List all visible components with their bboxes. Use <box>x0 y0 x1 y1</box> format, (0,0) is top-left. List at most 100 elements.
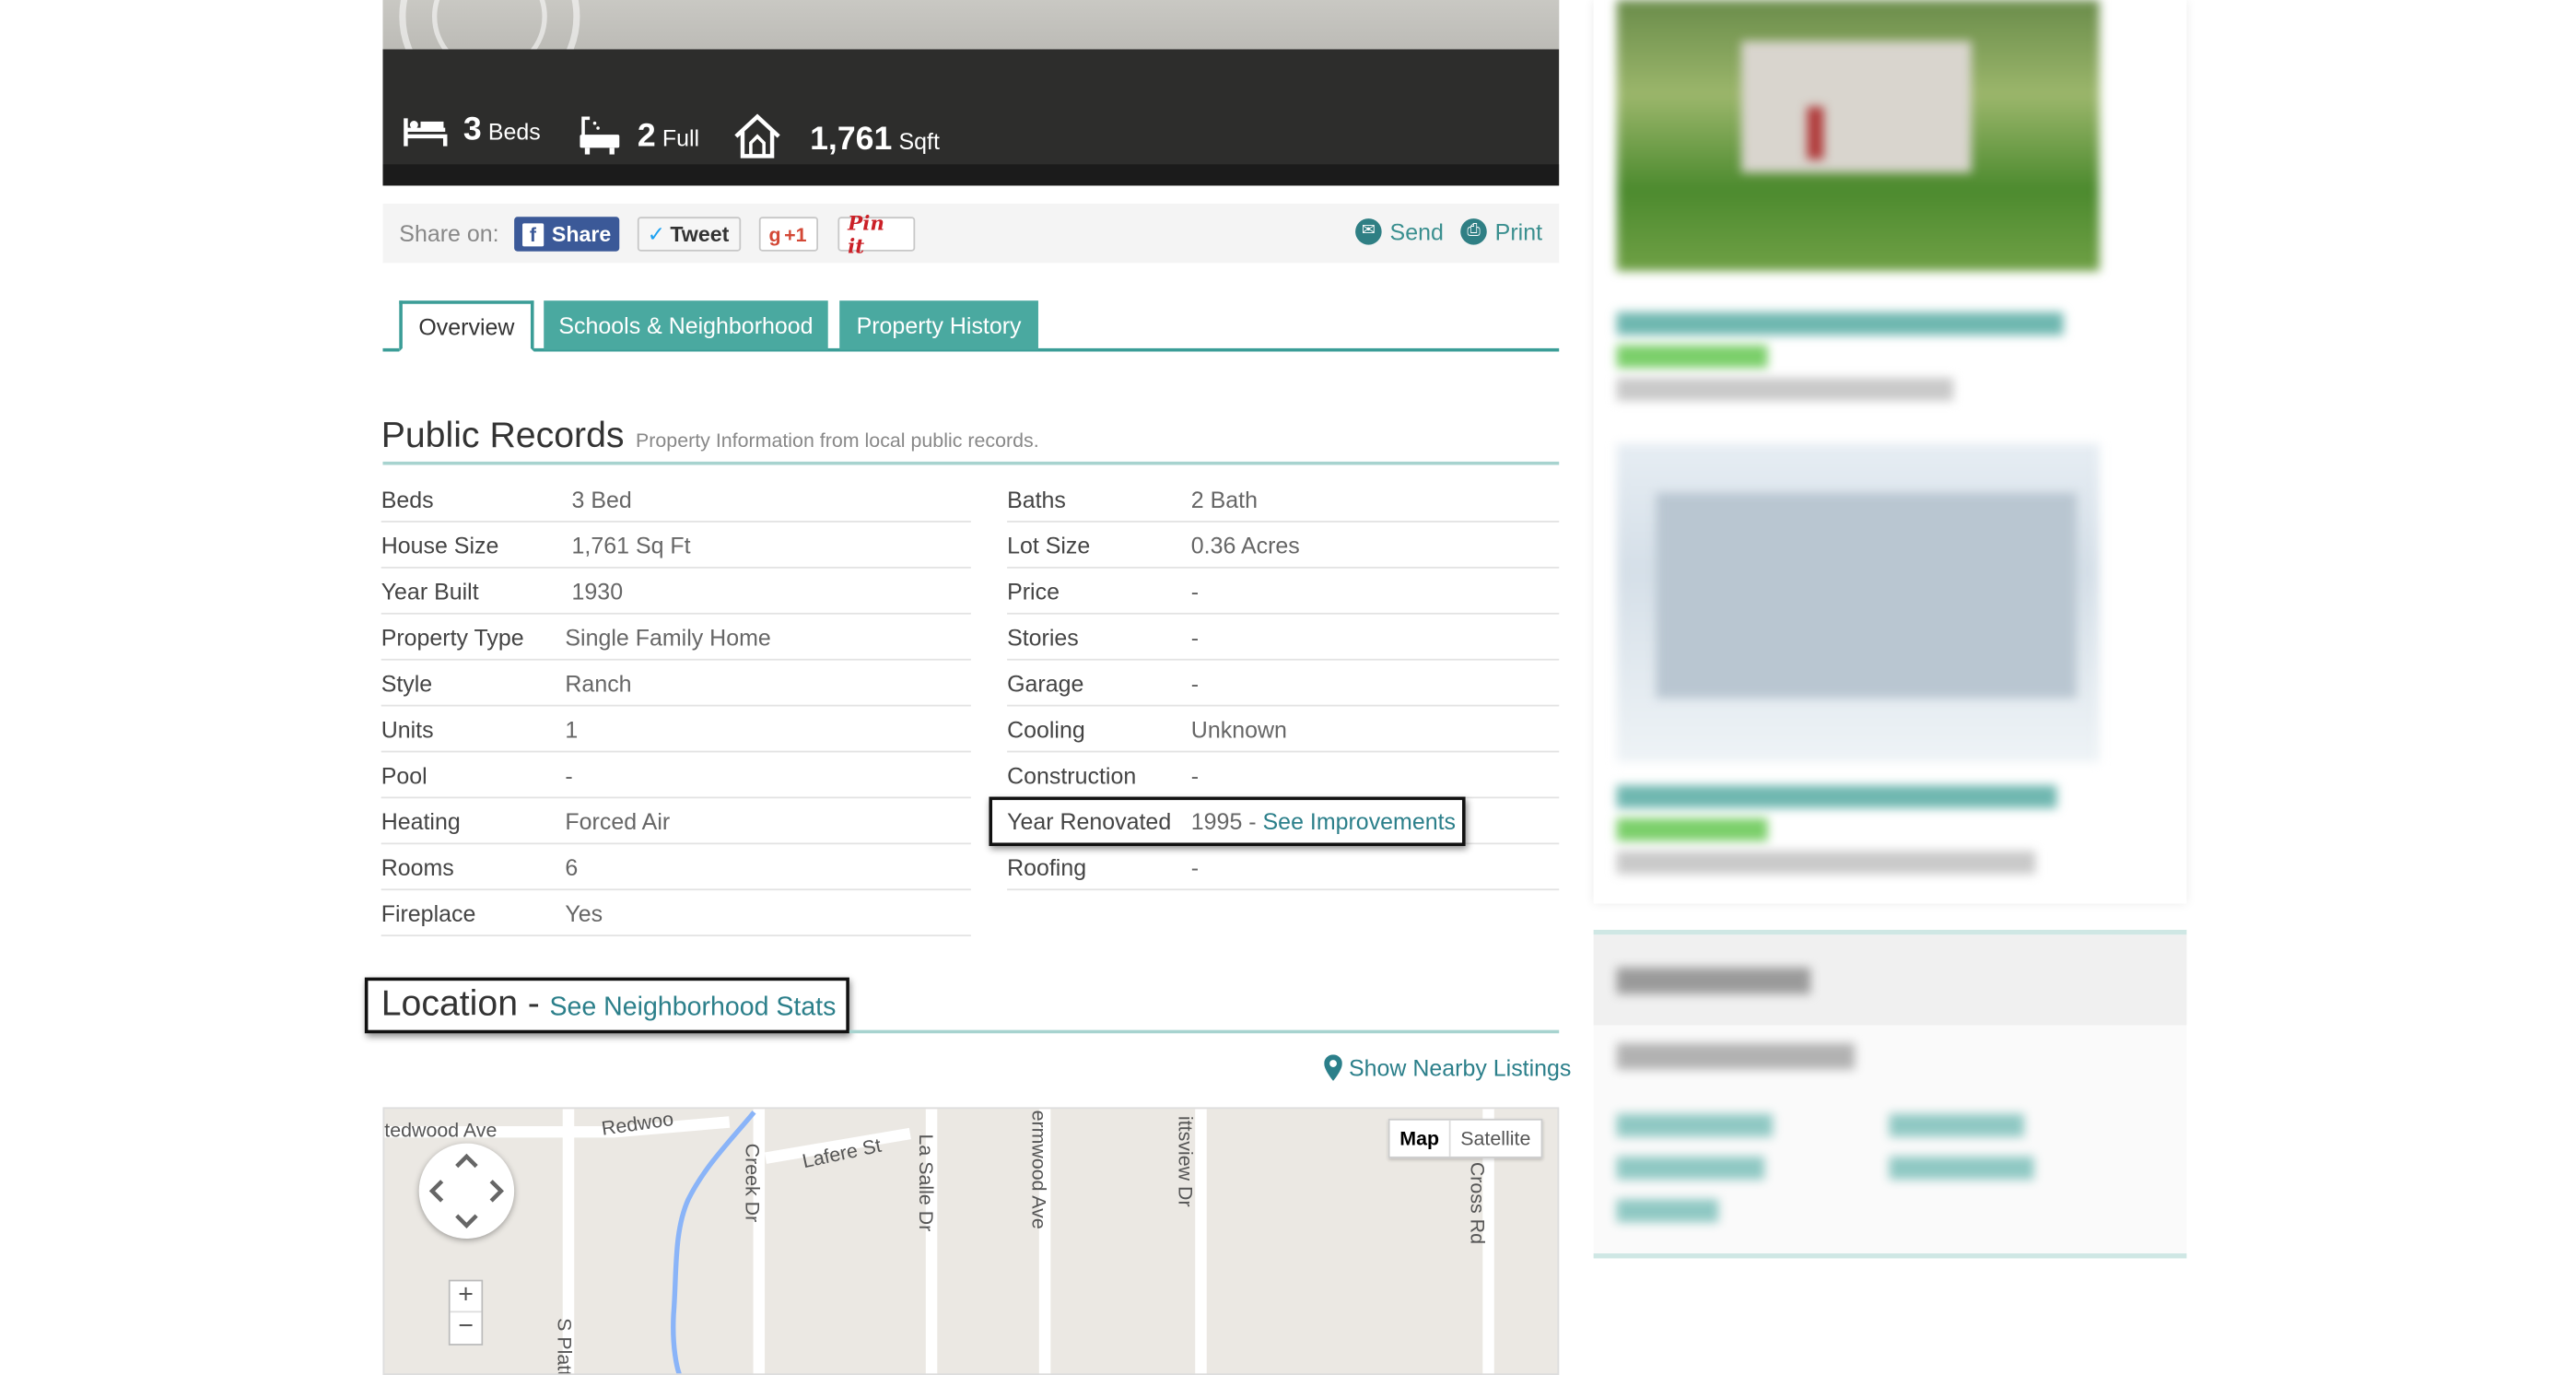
tab-property-history[interactable]: Property History <box>839 300 1038 350</box>
street-label: tedwood Ave <box>384 1118 498 1142</box>
blurred-address-link[interactable] <box>1616 311 2064 335</box>
share-label: Share on: <box>399 219 499 247</box>
tweet-label: Tweet <box>670 221 730 247</box>
record-row: Stories - <box>1007 615 1560 661</box>
bathtub-icon <box>580 116 620 155</box>
print-label: Print <box>1494 218 1543 245</box>
google-plus-button[interactable]: g +1 <box>758 217 819 252</box>
record-value: 0.36 Acres <box>1190 531 1300 558</box>
sqft-stat: 1,761 Sqft <box>732 103 940 159</box>
record-label: Fireplace <box>381 899 476 926</box>
public-records-title: Public Records <box>381 414 625 455</box>
send-icon: ✉ <box>1355 218 1382 245</box>
send-label: Send <box>1389 218 1444 245</box>
print-icon: ⎙ <box>1460 218 1487 245</box>
bed-icon <box>404 118 448 147</box>
facebook-icon: f <box>522 222 544 246</box>
share-bar: Share on: f Share ✓ Tweet g +1 Pin it ✉ … <box>382 204 1560 264</box>
record-label: Lot Size <box>1007 531 1091 558</box>
record-row: Heating Forced Air <box>381 798 971 845</box>
record-value: - <box>1190 761 1200 788</box>
highlight-location <box>364 977 849 1034</box>
map-zoom-control: + − <box>448 1279 484 1346</box>
blurred-link[interactable] <box>1889 1156 2034 1180</box>
record-row: Price - <box>1007 569 1560 615</box>
summary-bar: 3 Beds 2 Full 1,761 Sqft <box>382 49 1560 186</box>
listing-photo[interactable]: 3 Beds 2 Full 1,761 Sqft <box>382 0 1560 186</box>
record-row: Roofing - <box>1007 844 1560 891</box>
sqft-unit: Sqft <box>898 128 940 155</box>
map-type-satellite-button[interactable]: Satellite <box>1451 1121 1541 1157</box>
zoom-in-button[interactable]: + <box>450 1281 482 1313</box>
record-row: Baths 2 Bath <box>1007 476 1560 523</box>
blurred-subheading <box>1616 1042 1856 1070</box>
highlight-year-renovated <box>989 796 1466 847</box>
record-value: - <box>1190 577 1200 605</box>
baths-stat: 2 Full <box>577 103 699 156</box>
beds-count: 3 <box>463 112 482 148</box>
record-label: Units <box>381 715 434 742</box>
record-label: Heating <box>381 807 461 834</box>
record-row: Pool - <box>381 752 971 799</box>
blurred-link[interactable] <box>1889 1113 2024 1137</box>
sidebar-box <box>1593 929 2187 1259</box>
blurred-link[interactable] <box>1616 1199 1719 1223</box>
record-label: Rooms <box>381 853 454 880</box>
blurred-price <box>1616 345 1768 369</box>
blurred-heading <box>1616 967 1811 994</box>
record-row: Beds 3 Bed <box>381 476 971 523</box>
twitter-icon: ✓ <box>647 220 666 246</box>
street-label: ermwood Ave <box>1026 1110 1050 1229</box>
public-records-subtitle: Property Information from local public r… <box>636 429 1039 452</box>
blurred-details <box>1616 377 1954 401</box>
record-value: Yes <box>565 899 603 926</box>
record-label: Pool <box>381 761 427 788</box>
public-records-heading: Public Records Property Information from… <box>381 414 1039 456</box>
map-pan-control[interactable] <box>418 1143 515 1240</box>
facebook-share-button[interactable]: f Share <box>514 217 620 252</box>
blurred-link[interactable] <box>1616 1156 1765 1180</box>
record-value: Single Family Home <box>565 623 771 651</box>
record-row: Lot Size 0.36 Acres <box>1007 523 1560 569</box>
blurred-address-link[interactable] <box>1616 785 2057 809</box>
public-records-rule <box>382 461 1560 465</box>
record-value: Unknown <box>1190 715 1287 742</box>
pin-it-button[interactable]: Pin it <box>837 211 916 257</box>
tab-overview[interactable]: Overview <box>399 300 534 352</box>
google-plus-label: +1 <box>784 222 807 246</box>
print-button[interactable]: ⎙ Print <box>1460 218 1542 245</box>
zoom-out-button[interactable]: − <box>451 1312 482 1344</box>
send-button[interactable]: ✉ Send <box>1355 218 1444 245</box>
record-value: - <box>1190 853 1200 880</box>
blurred-link[interactable] <box>1616 1113 1774 1137</box>
street-label: ittsview Dr <box>1174 1115 1198 1207</box>
record-row: Rooms 6 <box>381 844 971 891</box>
tweet-button[interactable]: ✓ Tweet <box>637 217 742 252</box>
record-value: - <box>565 761 573 788</box>
record-value: Ranch <box>565 669 632 696</box>
map-type-map-button[interactable]: Map <box>1390 1120 1451 1157</box>
map-pin-icon <box>1324 1054 1342 1081</box>
record-label: Property Type <box>381 623 524 651</box>
beds-stat: 3 Beds <box>403 103 541 149</box>
house-shape <box>1656 492 2077 699</box>
record-label: Stories <box>1007 623 1079 651</box>
location-map[interactable]: tedwood Ave Redwoo Lafere St Creek Dr La… <box>382 1107 1560 1375</box>
record-label: Construction <box>1007 761 1137 788</box>
summary-bar-footer <box>382 164 1560 186</box>
record-label: Cooling <box>1007 715 1085 742</box>
beds-unit: Beds <box>487 118 541 145</box>
record-label: Year Built <box>381 577 479 605</box>
record-label: Roofing <box>1007 853 1087 880</box>
baths-unit: Full <box>662 124 700 151</box>
record-row: Cooling Unknown <box>1007 706 1560 753</box>
house-icon <box>734 113 780 159</box>
tab-schools-neighborhood[interactable]: Schools & Neighborhood <box>544 300 828 350</box>
record-label: Style <box>381 669 433 696</box>
street-label: S Platt <box>553 1318 577 1375</box>
record-label: Baths <box>1007 485 1066 512</box>
show-nearby-listings-link[interactable]: Show Nearby Listings <box>1324 1054 1571 1081</box>
location-rule <box>849 1029 1560 1034</box>
record-value: 6 <box>565 853 579 880</box>
pan-arrows-icon <box>428 1153 505 1228</box>
